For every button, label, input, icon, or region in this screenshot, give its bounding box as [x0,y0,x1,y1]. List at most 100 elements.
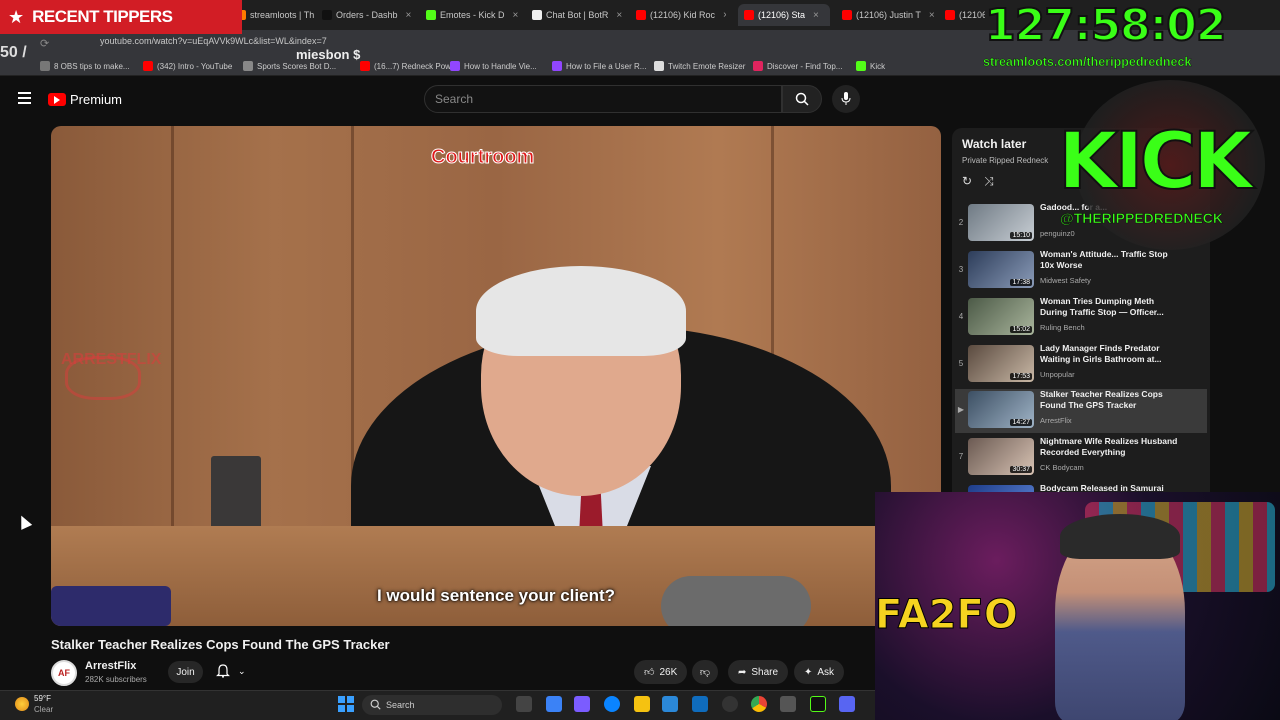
outlook-icon[interactable] [692,696,708,712]
browser-tab[interactable]: (12106)× [945,4,985,26]
mouse-cursor [15,513,33,530]
playlist-item-title[interactable]: Woman Tries Dumping Meth During Traffic … [1040,296,1180,318]
weather-temperature[interactable]: 59°F [34,694,51,703]
bookmark-favicon-icon [40,61,50,71]
bookmark-label: How to Handle Vie... [464,61,537,71]
edge-icon[interactable] [604,696,620,712]
search-input[interactable]: Search [424,85,782,113]
dislike-button[interactable]: 👎︎ [692,660,718,684]
playlist-item-title[interactable]: Stalker Teacher Realizes Cops Found The … [1040,389,1180,411]
taskbar-search[interactable]: Search [362,695,502,715]
playlist-item-title[interactable]: Nightmare Wife Realizes Husband Recorded… [1040,436,1180,458]
playlist-item-title[interactable]: Lady Manager Finds Predator Waiting in G… [1040,343,1180,365]
weather-description[interactable]: Clear [34,705,53,714]
app-icon[interactable] [780,696,796,712]
bookmark-item[interactable]: Discover - Find Top... [753,61,842,71]
notification-bell-button[interactable]: ⌄ [216,664,246,678]
playlist-thumbnail[interactable]: 15:10 [968,204,1034,241]
playlist-index: ▶ [957,405,965,414]
playlist-item[interactable]: ▶ 14:27 Stalker Teacher Realizes Cops Foun… [955,389,1207,433]
playlist-index: 4 [958,312,964,321]
tab-label: (12106) Justin T [856,10,921,20]
menu-icon[interactable] [18,92,31,104]
close-tab-icon[interactable]: × [513,10,519,21]
copilot-icon[interactable] [546,696,562,712]
playlist-item[interactable]: 4 15:02 Woman Tries Dumping Meth During Tr… [955,296,1207,340]
file-explorer-icon[interactable] [634,696,650,712]
close-tab-icon[interactable]: × [406,10,412,21]
video-player[interactable]: ARRESTFLIX Courtroom I would sentence yo… [51,126,941,626]
share-button[interactable]: ➦ Share [728,660,789,684]
youtube-play-icon [48,93,66,106]
discord-icon[interactable] [839,696,855,712]
browser-tab[interactable]: Orders - Dashb × [322,4,412,26]
playlist-thumbnail[interactable]: 14:27 [968,391,1034,428]
star-icon: ★ [8,6,25,27]
playlist-item[interactable]: 7 30:37 Nightmare Wife Realizes Husband Re… [955,436,1207,480]
loop-icon[interactable]: ↻ [962,174,972,189]
close-tab-icon[interactable]: × [929,10,934,21]
playlist-thumbnail[interactable]: 17:53 [968,345,1034,382]
reload-icon[interactable]: ⟳ [40,37,49,50]
obs-icon[interactable] [722,696,738,712]
playlist-index: 3 [958,265,964,274]
bookmark-item[interactable]: Kick [856,61,885,71]
bookmark-label: 8 OBS tips to make... [54,61,130,71]
playlist-item[interactable]: 5 17:53 Lady Manager Finds Predator Waitin… [955,343,1207,387]
playlist-item-channel: ArrestFlix [1040,416,1072,425]
tab-label: streamloots | Th [250,10,315,20]
windows-start-icon[interactable] [338,696,354,712]
playlist-item-title[interactable]: Woman's Attitude... Traffic Stop 10x Wor… [1040,249,1180,271]
thumbs-down-icon: 👎︎ [699,667,711,678]
playlist-item[interactable]: 3 17:38 Woman's Attitude... Traffic Stop 1… [955,249,1207,293]
browser-tab[interactable]: (12106) Sta × [738,4,830,26]
search-button[interactable] [782,85,822,113]
playlist-item[interactable]: 8Bodycam Released in Samurai [955,483,1207,522]
url-text[interactable]: youtube.com/watch?v=uEqAVVk9WLc&list=WL&… [100,36,327,46]
close-tab-icon[interactable]: × [813,10,819,21]
browser-tab[interactable]: Chat Bot | BotR × [532,4,624,26]
browser-tab[interactable]: Emotes - Kick D × [426,4,520,26]
bookmark-item[interactable]: How to File a User R... [552,61,646,71]
playlist-item-channel: Midwest Safety [1040,276,1091,285]
channel-avatar[interactable]: AF [51,660,77,686]
join-button[interactable]: Join [168,661,203,683]
judge-hair [476,266,686,356]
terminal-icon[interactable] [810,696,826,712]
browser-tab[interactable]: (12106) Kid Roc × [636,4,726,26]
bookmark-item[interactable]: Sports Scores Bot D... [243,61,336,71]
search-icon [795,92,809,106]
channel-name[interactable]: ArrestFlix [85,660,136,672]
chrome-icon[interactable] [751,696,767,712]
video-duration: 15:02 [1010,326,1032,333]
like-count: 26K [659,666,678,678]
bookmark-label: (342) Intro - YouTube [157,61,233,71]
task-view-icon[interactable] [516,696,532,712]
close-tab-icon[interactable]: × [723,10,726,21]
bookmark-item[interactable]: How to Handle Vie... [450,61,537,71]
bookmark-item[interactable]: 8 OBS tips to make... [40,61,130,71]
bell-icon [216,664,230,678]
store-icon[interactable] [662,696,678,712]
playlist-title[interactable]: Watch later [962,137,1026,151]
voice-search-button[interactable] [832,85,860,113]
bookmark-item[interactable]: Twitch Emote Resizer [654,61,745,71]
like-button[interactable]: 👍︎ 26K [634,660,688,684]
playlist-thumbnail[interactable]: 17:38 [968,251,1034,288]
teams-icon[interactable] [574,696,590,712]
close-tab-icon[interactable]: × [616,10,622,21]
wall-panel [171,126,174,536]
bookmark-item[interactable]: (342) Intro - YouTube [143,61,232,71]
youtube-logo[interactable]: Premium [48,92,122,107]
playlist-item-channel: Unpopular [1040,370,1075,379]
browser-tab[interactable]: streamloots | Th× [236,4,316,26]
ask-button[interactable]: ✦ Ask [794,660,845,684]
bookmark-item[interactable]: (16...7) Redneck Pow... [360,61,457,71]
shuffle-icon[interactable]: ⤨ [984,174,994,189]
weather-sun-icon[interactable] [15,697,29,711]
playlist-thumbnail[interactable]: 30:37 [968,438,1034,475]
playlist-thumbnail[interactable]: 15:02 [968,298,1034,335]
subscriber-count: 282K subscribers [85,675,147,684]
browser-tab[interactable]: (12106) Justin T × [842,4,934,26]
microphone-icon [841,92,851,105]
